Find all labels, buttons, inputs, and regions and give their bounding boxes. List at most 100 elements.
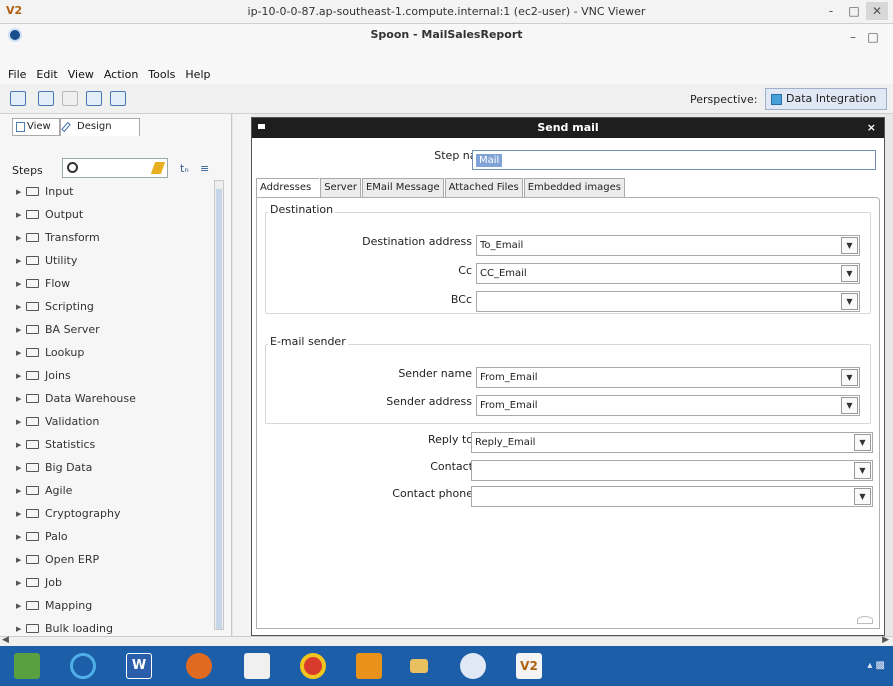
scroll-right-icon[interactable]: ▶ [882, 635, 889, 645]
firefox-icon[interactable] [186, 653, 212, 679]
expand-arrow-icon[interactable]: ▶ [16, 303, 26, 311]
tab-view[interactable]: View [12, 118, 60, 136]
step-category-ba-server[interactable]: ▶ BA Server [16, 318, 212, 341]
sender-address-combo[interactable]: From_Email ▼ [476, 395, 860, 416]
step-category-agile[interactable]: ▶ Agile [16, 479, 212, 502]
step-category-mapping[interactable]: ▶ Mapping [16, 594, 212, 617]
collapse-all-icon[interactable]: ≡ [200, 162, 209, 175]
system-tray-icon[interactable]: ▴ ▩ [867, 660, 885, 671]
dialog-close-icon[interactable]: × [867, 118, 876, 138]
menu-action[interactable]: Action [104, 68, 138, 81]
horizontal-scrollbar[interactable]: ◀ ▶ [0, 635, 893, 646]
menu-file[interactable]: File [8, 68, 26, 81]
chevron-down-icon[interactable]: ▼ [854, 434, 871, 451]
new-file-icon[interactable] [10, 91, 26, 106]
tab-server[interactable]: Server [320, 178, 361, 197]
expand-arrow-icon[interactable]: ▶ [16, 441, 26, 449]
expand-arrow-icon[interactable]: ▶ [16, 211, 26, 219]
save-icon[interactable] [86, 91, 102, 106]
spoon-maximize-button[interactable]: □ [862, 28, 884, 46]
explorer-app-icon[interactable] [14, 653, 40, 679]
expand-arrow-icon[interactable]: ▶ [16, 234, 26, 242]
menu-tools[interactable]: Tools [148, 68, 175, 81]
chevron-down-icon[interactable]: ▼ [841, 397, 858, 414]
step-category-data-warehouse[interactable]: ▶ Data Warehouse [16, 387, 212, 410]
expand-arrow-icon[interactable]: ▶ [16, 395, 26, 403]
tab-design[interactable]: Design [60, 118, 140, 136]
expand-arrow-icon[interactable]: ▶ [16, 257, 26, 265]
kettle-icon[interactable] [460, 653, 486, 679]
step-category-transform[interactable]: ▶ Transform [16, 226, 212, 249]
steps-scrollbar[interactable] [214, 180, 224, 630]
chrome-icon[interactable] [300, 653, 326, 679]
step-category-lookup[interactable]: ▶ Lookup [16, 341, 212, 364]
destination-address-combo[interactable]: To_Email ▼ [476, 235, 860, 256]
metro-app-icon[interactable] [244, 653, 270, 679]
chevron-down-icon[interactable]: ▼ [841, 293, 858, 310]
expand-arrow-icon[interactable]: ▶ [16, 510, 26, 518]
reply-to-combo[interactable]: Reply_Email ▼ [471, 432, 873, 453]
expand-arrow-icon[interactable]: ▶ [16, 579, 26, 587]
step-name-input[interactable]: Mail [472, 150, 876, 170]
expand-arrow-icon[interactable]: ▶ [16, 418, 26, 426]
outlook-icon[interactable] [356, 653, 382, 679]
chevron-down-icon[interactable]: ▼ [854, 488, 871, 505]
contact-phone-combo[interactable]: ▼ [471, 486, 873, 507]
resize-grip-icon[interactable] [857, 616, 873, 624]
expand-arrow-icon[interactable]: ▶ [16, 326, 26, 334]
tab-attached-files[interactable]: Attached Files [444, 178, 523, 197]
step-category-statistics[interactable]: ▶ Statistics [16, 433, 212, 456]
expand-arrow-icon[interactable]: ▶ [16, 372, 26, 380]
expand-arrow-icon[interactable]: ▶ [16, 188, 26, 196]
step-category-open-erp[interactable]: ▶ Open ERP [16, 548, 212, 571]
steps-scrollbar-thumb[interactable] [216, 189, 222, 629]
save-as-icon[interactable] [110, 91, 126, 106]
spoon-minimize-button[interactable]: – [842, 28, 864, 46]
step-category-utility[interactable]: ▶ Utility [16, 249, 212, 272]
steps-search-input[interactable] [62, 158, 168, 178]
menu-help[interactable]: Help [185, 68, 210, 81]
chevron-down-icon[interactable]: ▼ [841, 369, 858, 386]
perspective-button[interactable]: Data Integration [765, 88, 887, 110]
menu-edit[interactable]: Edit [36, 68, 57, 81]
vnc-viewer-icon[interactable]: V2 [516, 653, 542, 679]
scroll-left-icon[interactable]: ◀ [2, 635, 9, 645]
step-category-scripting[interactable]: ▶ Scripting [16, 295, 212, 318]
step-category-cryptography[interactable]: ▶ Cryptography [16, 502, 212, 525]
sender-name-combo[interactable]: From_Email ▼ [476, 367, 860, 388]
open-file-icon[interactable] [38, 91, 54, 106]
chevron-down-icon[interactable]: ▼ [841, 237, 858, 254]
expand-arrow-icon[interactable]: ▶ [16, 280, 26, 288]
expand-arrow-icon[interactable]: ▶ [16, 533, 26, 541]
expand-arrow-icon[interactable]: ▶ [16, 487, 26, 495]
step-category-joins[interactable]: ▶ Joins [16, 364, 212, 387]
dialog-menu-icon[interactable] [258, 124, 265, 129]
expand-arrow-icon[interactable]: ▶ [16, 602, 26, 610]
cc-combo[interactable]: CC_Email ▼ [476, 263, 860, 284]
chevron-down-icon[interactable]: ▼ [841, 265, 858, 282]
tab-embedded-images[interactable]: Embedded images [523, 178, 626, 197]
step-category-output[interactable]: ▶ Output [16, 203, 212, 226]
step-category-input[interactable]: ▶ Input [16, 180, 212, 203]
tab-email-message[interactable]: EMail Message [361, 178, 444, 197]
clear-search-icon[interactable] [150, 162, 166, 174]
chevron-down-icon[interactable]: ▼ [854, 462, 871, 479]
contact-combo[interactable]: ▼ [471, 460, 873, 481]
step-category-job[interactable]: ▶ Job [16, 571, 212, 594]
expand-all-icon[interactable]: tₙ [180, 162, 189, 175]
tab-addresses[interactable]: Addresses [256, 178, 320, 198]
expand-arrow-icon[interactable]: ▶ [16, 349, 26, 357]
minimize-button[interactable]: - [820, 2, 842, 20]
close-button[interactable]: ✕ [866, 2, 888, 20]
menu-view[interactable]: View [68, 68, 94, 81]
bcc-combo[interactable]: ▼ [476, 291, 860, 312]
expand-arrow-icon[interactable]: ▶ [16, 464, 26, 472]
step-category-big-data[interactable]: ▶ Big Data [16, 456, 212, 479]
step-category-palo[interactable]: ▶ Palo [16, 525, 212, 548]
expand-arrow-icon[interactable]: ▶ [16, 556, 26, 564]
word-icon[interactable]: W [126, 653, 152, 679]
internet-explorer-icon[interactable] [70, 653, 96, 679]
file-explorer-icon[interactable] [410, 659, 428, 673]
expand-arrow-icon[interactable]: ▶ [16, 625, 26, 633]
explore-repository-icon[interactable] [62, 91, 78, 106]
